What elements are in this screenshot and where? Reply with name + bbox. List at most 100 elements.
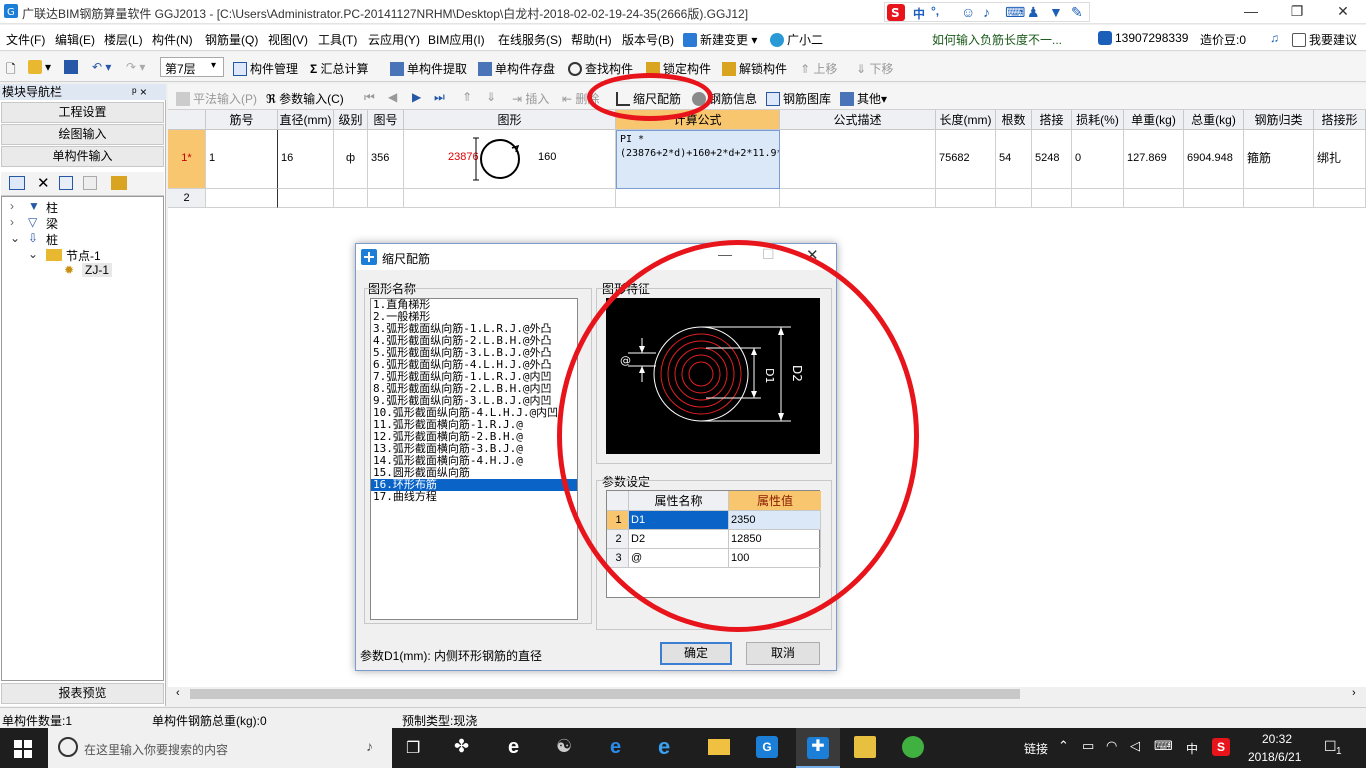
suggest-button[interactable]: 我要建议 xyxy=(1292,31,1357,48)
first-record-icon[interactable]: ⏮ xyxy=(364,90,375,105)
clipboard-icon[interactable] xyxy=(111,176,127,190)
green-app-icon[interactable] xyxy=(902,736,924,758)
minimize-icon[interactable]: — xyxy=(1228,0,1274,24)
tree-node-beam[interactable]: 梁 xyxy=(46,215,58,232)
cell-empty[interactable] xyxy=(206,189,278,208)
menu-component[interactable]: 构件(N) xyxy=(152,31,193,48)
cell-description[interactable] xyxy=(780,130,936,189)
keyboard-icon[interactable]: ⌨ xyxy=(1154,738,1173,754)
col-header[interactable]: 单重(kg) xyxy=(1124,110,1184,130)
cell-diameter[interactable]: 16 xyxy=(278,130,334,189)
undo-icon[interactable]: ↶ ▾ xyxy=(92,60,111,74)
delete-icon[interactable]: ✕ xyxy=(37,174,50,192)
cell-count[interactable]: 54 xyxy=(996,130,1032,189)
menu-floor[interactable]: 楼层(L) xyxy=(104,31,143,48)
shape-list-item[interactable]: 13.弧形截面横向筋-3.B.J.@ xyxy=(371,443,577,455)
shape-list-item[interactable]: 17.曲线方程 xyxy=(371,491,577,503)
mic-icon[interactable]: ♪ xyxy=(983,4,990,20)
col-header[interactable]: 搭接 xyxy=(1032,110,1072,130)
cell-grade[interactable]: ф xyxy=(334,130,368,189)
summary-calc-button[interactable]: Σ 汇总计算 xyxy=(310,60,369,77)
cell-category[interactable]: 箍筋 xyxy=(1244,130,1314,189)
tree-node-zj1[interactable]: ZJ-1 xyxy=(82,263,112,277)
notepad-icon[interactable] xyxy=(854,736,876,758)
plan-input-button[interactable]: 平法输入(P) xyxy=(176,90,257,107)
collapse-icon[interactable]: ⌄ xyxy=(28,247,38,261)
paste-icon[interactable] xyxy=(83,176,97,190)
ie-blue-icon[interactable]: e xyxy=(658,734,670,760)
cell-lap-type[interactable]: 绑扎 xyxy=(1314,130,1366,189)
list-icon[interactable] xyxy=(9,176,25,190)
shape-list-item[interactable]: 8.弧形截面纵向筋-2.L.B.H.@内凹 xyxy=(371,383,577,395)
pin-close-icon[interactable]: ᵖ × xyxy=(132,84,147,100)
settings-icon[interactable]: ✎ xyxy=(1071,4,1083,21)
task-view-icon[interactable]: ❐ xyxy=(406,738,420,758)
menu-bim[interactable]: BIM应用(I) xyxy=(428,31,485,48)
expand-icon[interactable]: › xyxy=(10,199,14,213)
redo-icon[interactable]: ↷ ▾ xyxy=(126,60,145,74)
col-header[interactable]: 总重(kg) xyxy=(1184,110,1244,130)
cell-empty[interactable] xyxy=(1032,189,1072,208)
tree-node-joint[interactable]: 节点-1 xyxy=(66,247,101,264)
glodon-g-icon[interactable]: G xyxy=(756,736,778,758)
skin-icon[interactable]: ▼ xyxy=(1049,4,1063,20)
cell-shape[interactable]: 23876 160 xyxy=(404,130,616,189)
taskbar-active-app[interactable]: ✚ xyxy=(796,728,840,768)
shape-list-item[interactable]: 1.直角梯形 xyxy=(371,299,577,311)
next-record-icon[interactable]: ▶ xyxy=(412,90,421,104)
tree-node-column[interactable]: 柱 xyxy=(46,199,58,216)
col-header[interactable]: 图形 xyxy=(404,110,616,130)
cell-empty[interactable] xyxy=(996,189,1032,208)
bell-icon[interactable]: ♫ xyxy=(1270,31,1279,45)
ok-button[interactable]: 确定 xyxy=(660,642,732,665)
emoji-icon[interactable]: ☺ xyxy=(961,4,975,20)
expand-icon[interactable]: › xyxy=(10,215,14,229)
nav-report-preview[interactable]: 报表预览 xyxy=(1,683,164,704)
shape-list-item[interactable]: 15.圆形截面纵向筋 xyxy=(371,467,577,479)
hint-box[interactable]: 如何输入负筋长度不一... xyxy=(906,25,1092,50)
shape-list-item[interactable]: 16.环形布筋 xyxy=(371,479,577,491)
menu-file[interactable]: 文件(F) xyxy=(6,31,45,48)
restore-icon[interactable]: ❐ xyxy=(1274,0,1320,24)
nav-single-component[interactable]: 单构件输入 xyxy=(1,146,164,167)
shape-list-item[interactable]: 6.弧形截面纵向筋-4.L.H.J.@外凸 xyxy=(371,359,577,371)
cell-empty[interactable] xyxy=(1184,189,1244,208)
row-up-icon[interactable]: ⇑ xyxy=(462,90,472,104)
horizontal-scrollbar[interactable]: ‹ › xyxy=(172,687,1364,701)
save-icon[interactable] xyxy=(64,60,81,74)
col-header[interactable]: 根数 xyxy=(996,110,1032,130)
shape-list-item[interactable]: 3.弧形截面纵向筋-1.L.R.J.@外凸 xyxy=(371,323,577,335)
taskbar-search[interactable]: 在这里输入你要搜索的内容 ♪ xyxy=(48,728,392,768)
col-header[interactable]: 公式描述 xyxy=(780,110,936,130)
cell-lap[interactable]: 5248 xyxy=(1032,130,1072,189)
col-header[interactable]: 图号 xyxy=(368,110,404,130)
menu-tools[interactable]: 工具(T) xyxy=(318,31,357,48)
wifi-icon[interactable]: ◠ xyxy=(1106,738,1117,754)
cell-unit-weight[interactable]: 127.869 xyxy=(1124,130,1184,189)
shape-list-item[interactable]: 7.弧形截面纵向筋-1.L.R.J.@内凹 xyxy=(371,371,577,383)
menu-edit[interactable]: 编辑(E) xyxy=(55,31,95,48)
volume-icon[interactable]: ◁ xyxy=(1130,738,1140,754)
keyboard-icon[interactable]: ⌨ xyxy=(1005,4,1025,21)
tray-time[interactable]: 20:32 xyxy=(1262,732,1292,746)
notification-icon[interactable]: ☐ xyxy=(1324,738,1337,755)
windows-start-icon[interactable] xyxy=(14,740,32,758)
spiral-icon[interactable]: ☯ xyxy=(556,736,572,757)
other-button[interactable]: 其他▾ xyxy=(840,90,887,107)
shape-list-item[interactable]: 4.弧形截面纵向筋-2.L.B.H.@外凸 xyxy=(371,335,577,347)
scroll-right-icon[interactable]: › xyxy=(1352,687,1356,699)
floor-select[interactable]: 第7层 ▾ xyxy=(160,57,224,77)
cell-empty[interactable] xyxy=(404,189,616,208)
shape-list-item[interactable]: 2.一般梯形 xyxy=(371,311,577,323)
tray-up-icon[interactable]: ⌃ xyxy=(1058,738,1069,754)
menu-guangxiaoer[interactable]: 广小二 xyxy=(770,31,823,48)
col-header[interactable]: 钢筋归类 xyxy=(1244,110,1314,130)
cell-empty[interactable] xyxy=(1314,189,1366,208)
col-header[interactable]: 级别 xyxy=(334,110,368,130)
cell-figure-no[interactable]: 356 xyxy=(368,130,404,189)
menu-cloud[interactable]: 云应用(Y) xyxy=(368,31,420,48)
cell-formula[interactable]: PI *(23876+2*d)+160+2*d+2*11.9*d xyxy=(616,130,780,189)
scroll-thumb[interactable] xyxy=(190,689,1020,699)
row-header[interactable]: 1* xyxy=(168,130,206,189)
shape-list-item[interactable]: 10.弧形截面纵向筋-4.L.H.J.@内凹 xyxy=(371,407,577,419)
